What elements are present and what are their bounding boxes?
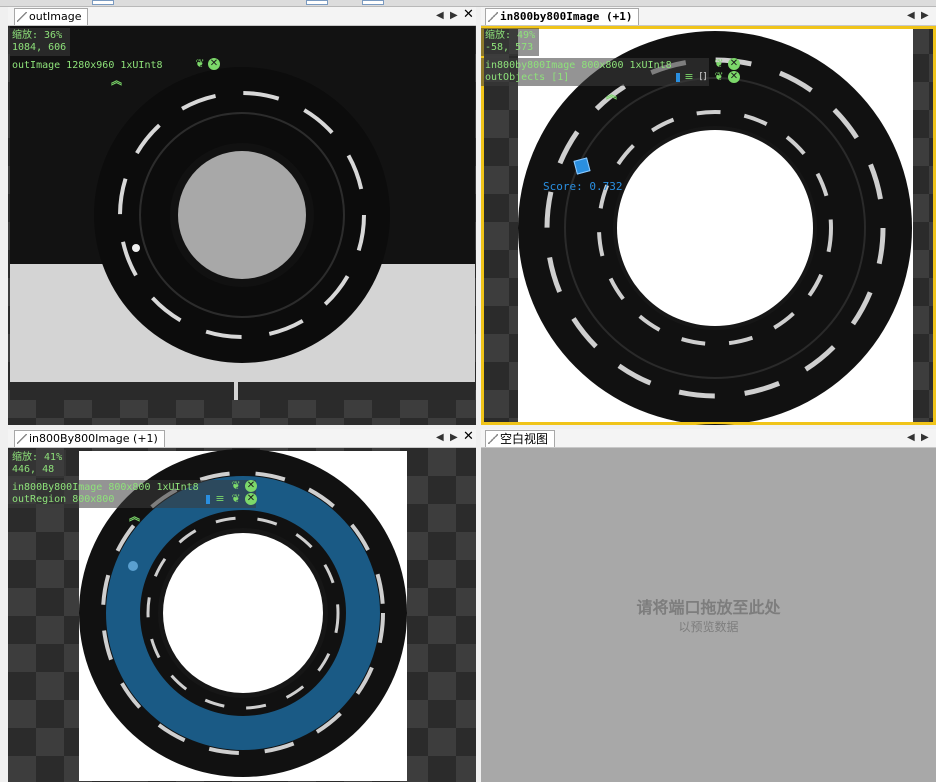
double-chevron-up-icon[interactable]: ︽ [606,89,617,100]
next-tab-button[interactable]: ▶ [921,9,929,23]
zoom-readout: 缩放: 41% 446, 48 [8,450,67,478]
cursor-coords: -58, 573 [485,42,534,53]
zoom-readout: 缩放: 49% -58, 573 [481,28,540,56]
zoom-level: 缩放: 36% [12,30,63,41]
image-viewer[interactable]: 缩放: 41% 446, 48 in800By800Image 800x800 … [8,448,476,782]
circle-x-icon[interactable]: ✕ [208,58,220,70]
tab-bar: 空白视图 ◀ ▶ [481,429,936,448]
tab-label: outImage [29,10,82,23]
leaf-icon[interactable]: ❦ [230,480,242,492]
close-pane-button[interactable]: ✕ [463,430,474,444]
prev-tab-button[interactable]: ◀ [907,9,915,23]
next-tab-button[interactable]: ▶ [450,431,458,445]
viewer-pane-bottom-right: 空白视图 ◀ ▶ 请将端口拖放至此处 以预览数据 [481,429,936,782]
close-pane-button[interactable]: ✕ [463,8,474,22]
zoom-level: 缩放: 49% [485,30,536,41]
leaf-icon[interactable]: ❦ [230,493,242,505]
output-name: in800by800Image 800x800 1xUInt8 [485,60,672,71]
toolbar-button[interactable] [92,0,114,5]
prev-tab-button[interactable]: ◀ [436,431,444,445]
list-icon[interactable]: ≡ [214,493,226,505]
cursor-coords: 1084, 606 [12,42,67,53]
circle-x-icon[interactable]: ✕ [245,480,257,492]
tab-bar: in800by800Image (+1) ◀ ▶ [481,7,936,26]
tab-in800by800image[interactable]: in800by800Image (+1) [485,8,640,25]
tab-label: in800By800Image (+1) [29,432,158,445]
empty-drop-zone[interactable]: 请将端口拖放至此处 以预览数据 [481,448,936,782]
tab-label: 空白视图 [500,432,549,446]
circle-x-icon[interactable]: ✕ [728,71,740,83]
prev-tab-button[interactable]: ◀ [436,9,444,23]
objects-output-name: outObjects [1] [485,72,570,83]
drop-hint-subtitle: 以预览数据 [678,620,739,634]
leaf-icon[interactable]: ❦ [713,58,725,70]
leaf-icon[interactable]: ❦ [194,58,206,70]
zoom-readout: 缩放: 36% 1084, 606 [8,28,71,56]
drop-hint-title: 请将端口拖放至此处 [636,598,781,617]
toolbar-button[interactable] [362,0,384,5]
output-label: in800by800Image 800x800 1xUInt8 outObjec… [481,58,709,86]
viewer-pane-top-left: outImage ◀ ▶ ✕ 缩放: 36% 1084, 606 outImag… [8,7,476,425]
tab-in800by800image[interactable]: in800By800Image (+1) [14,430,165,447]
blue-bar-icon[interactable] [676,73,680,82]
tab-outimage[interactable]: outImage [14,8,89,25]
double-chevron-up-icon[interactable]: ︽ [129,511,140,522]
list-icon[interactable]: ≡ [683,71,695,83]
bearing-image [10,26,475,400]
score-label: Score: 0.732 [543,180,623,193]
blue-bar-icon[interactable] [206,495,210,504]
circle-x-icon[interactable]: ✕ [245,493,257,505]
tab-empty-view[interactable]: 空白视图 [485,430,556,447]
viewer-pane-bottom-left: in800By800Image (+1) ◀ ▶ ✕ 缩放: 41% 446, … [8,429,476,782]
main-toolbar [0,0,936,7]
tab-bar: in800By800Image (+1) ◀ ▶ ✕ [8,429,476,448]
next-tab-button[interactable]: ▶ [921,431,929,445]
tab-label: in800by800Image (+1) [500,10,633,23]
bracket-icon[interactable]: [] [697,71,709,83]
double-chevron-up-icon[interactable]: ︽ [111,75,122,86]
leaf-icon[interactable]: ❦ [713,71,725,83]
viewer-pane-top-right: in800by800Image (+1) ◀ ▶ 缩放: 49% -58, 57… [481,7,936,425]
toolbar-button[interactable] [306,0,328,5]
zoom-level: 缩放: 41% [12,452,63,463]
image-viewer-active[interactable]: 缩放: 49% -58, 573 in800by800Image 800x800… [481,26,936,425]
prev-tab-button[interactable]: ◀ [907,431,915,445]
next-tab-button[interactable]: ▶ [450,9,458,23]
circle-x-icon[interactable]: ✕ [728,58,740,70]
cursor-coords: 446, 48 [12,464,55,475]
tab-bar: outImage ◀ ▶ ✕ [8,7,476,26]
output-label: outImage 1280x960 1xUInt8 [8,58,167,74]
output-name: outImage 1280x960 1xUInt8 [12,60,163,71]
image-viewer[interactable]: 缩放: 36% 1084, 606 outImage 1280x960 1xUI… [8,26,476,425]
